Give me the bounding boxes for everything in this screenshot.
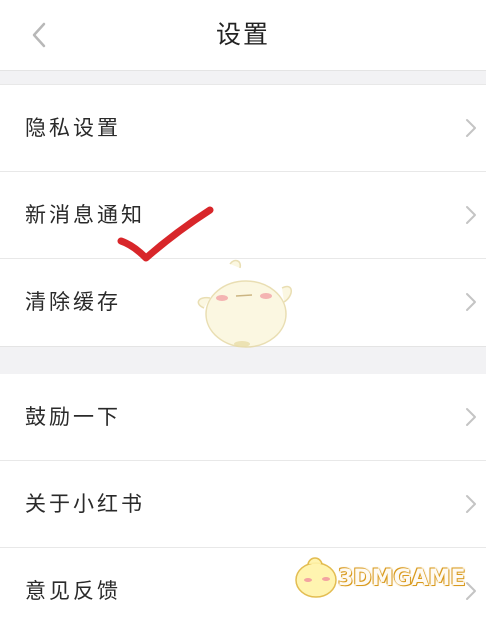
settings-item-label: 清除缓存 [25, 290, 121, 314]
settings-group-1: 隐私设置 新消息通知 清除缓存 [0, 84, 486, 345]
settings-item-label: 关于小红书 [25, 492, 145, 516]
chevron-right-icon [466, 119, 476, 137]
section-gap [0, 71, 486, 84]
settings-item-label: 新消息通知 [25, 203, 145, 227]
chevron-right-icon [466, 495, 476, 513]
settings-group-2: 鼓励一下 关于小红书 意见反馈 [0, 374, 486, 634]
settings-item-about[interactable]: 关于小红书 [0, 461, 486, 548]
chevron-right-icon [466, 293, 476, 311]
settings-item-clear-cache[interactable]: 清除缓存 [0, 259, 486, 345]
settings-item-encourage[interactable]: 鼓励一下 [0, 374, 486, 461]
settings-item-label: 隐私设置 [25, 116, 121, 140]
section-gap [0, 346, 486, 375]
settings-item-privacy[interactable]: 隐私设置 [0, 84, 486, 172]
settings-item-notifications[interactable]: 新消息通知 [0, 172, 486, 259]
chevron-right-icon [466, 408, 476, 426]
chevron-right-icon [466, 582, 476, 600]
nav-bar: 设置 [0, 0, 486, 71]
chevron-right-icon [466, 206, 476, 224]
settings-item-label: 意见反馈 [25, 579, 121, 603]
settings-item-label: 鼓励一下 [25, 405, 121, 429]
settings-item-feedback[interactable]: 意见反馈 [0, 548, 486, 634]
page-title: 设置 [215, 20, 270, 49]
